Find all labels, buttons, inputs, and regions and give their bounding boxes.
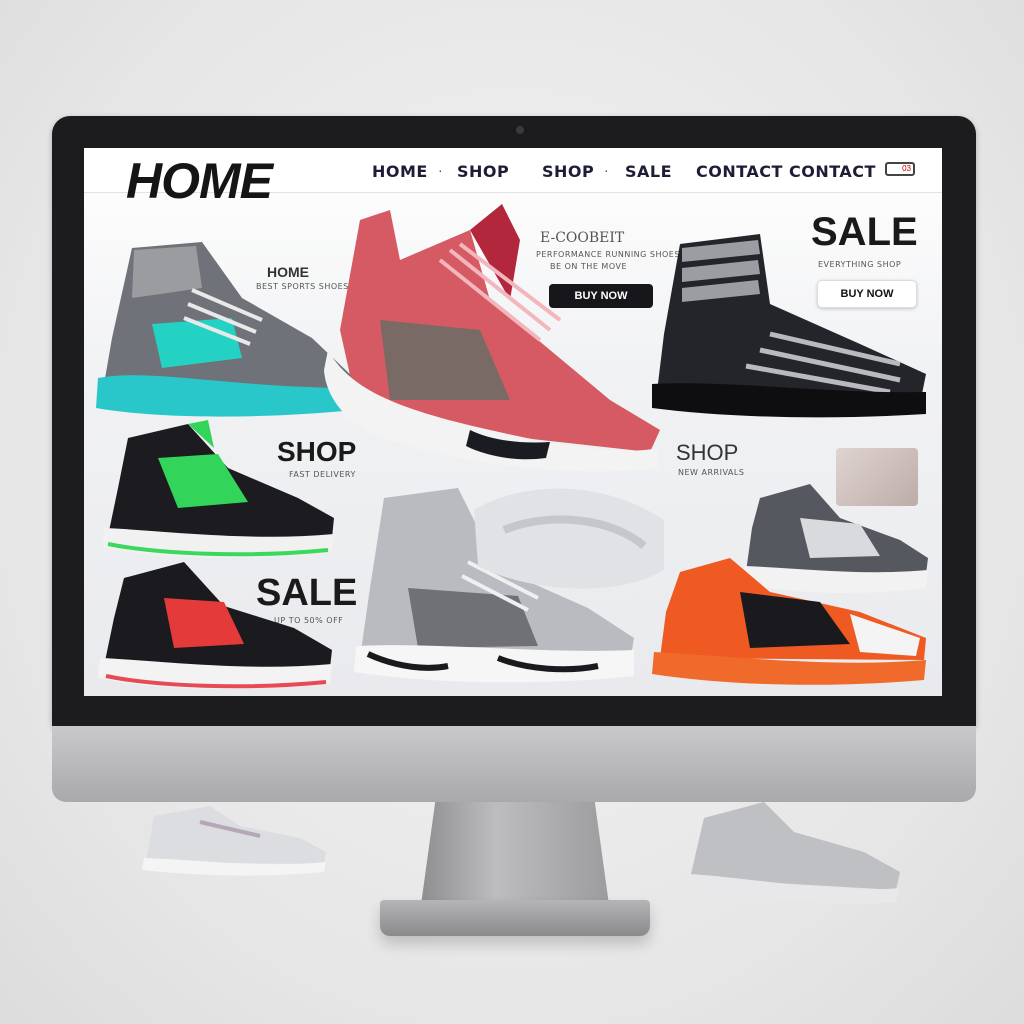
product-shoe-orange-black[interactable]	[650, 552, 930, 692]
monitor-stand-base	[380, 900, 650, 936]
monitor-chin	[52, 726, 976, 802]
nav-shop-2[interactable]: SHOP	[542, 162, 594, 181]
browser-screen: HOME HOME · SHOP SHOP · SALE CONTACT CON…	[84, 148, 942, 696]
floor-shoe-left	[142, 806, 326, 876]
product-shoe-red-black[interactable]	[94, 558, 334, 696]
monitor-stand	[420, 802, 610, 912]
cart-icon[interactable]: 03	[885, 162, 915, 176]
nav-separator: ·	[604, 162, 609, 178]
product-shoe-black-stripe[interactable]	[650, 224, 930, 424]
nav-shop[interactable]: SHOP	[457, 162, 509, 181]
nav-contact-2[interactable]: CONTACT	[789, 162, 876, 181]
nav-sale[interactable]: SALE	[625, 162, 672, 181]
nav-separator: ·	[438, 162, 443, 178]
top-nav-bar: HOME HOME · SHOP SHOP · SALE CONTACT CON…	[84, 148, 942, 209]
product-shoe-sole-view[interactable]	[464, 470, 674, 610]
shop-heading-small: SHOP	[676, 440, 739, 465]
nav-home[interactable]: HOME	[372, 162, 428, 181]
nav-contact[interactable]: CONTACT	[696, 162, 783, 181]
product-shoe-red-pink[interactable]	[320, 200, 670, 490]
webcam	[516, 126, 524, 134]
product-shoe-black-green[interactable]	[98, 418, 338, 568]
site-logo[interactable]: HOME	[126, 152, 273, 210]
floor-shoe-right	[688, 802, 900, 904]
shop-small-sub: NEW ARRIVALS	[678, 468, 745, 477]
